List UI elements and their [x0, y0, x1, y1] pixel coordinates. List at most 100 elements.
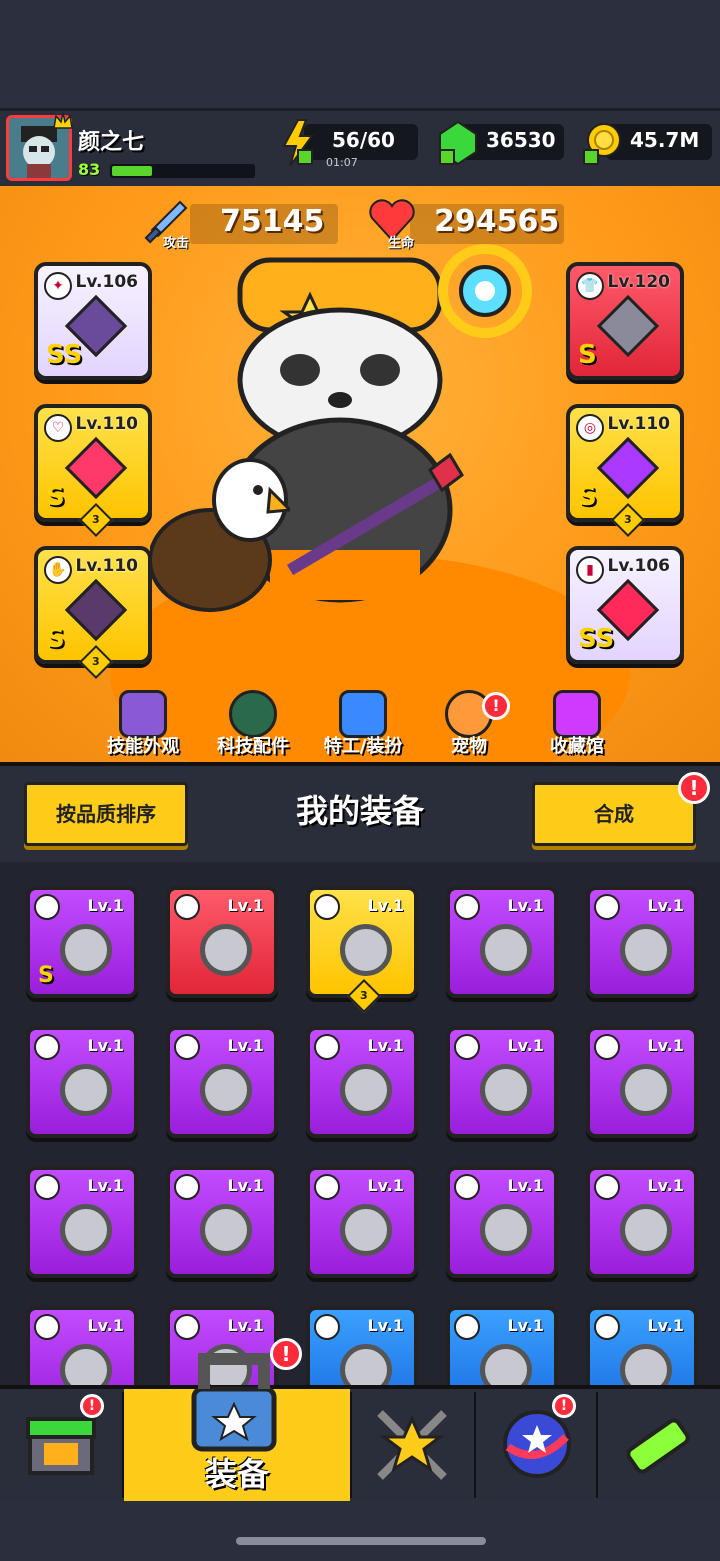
- hp-value: 294565: [434, 204, 560, 239]
- shop-alert-badge: !: [80, 1394, 104, 1418]
- equipment-item[interactable]: Lv.1: [306, 1306, 418, 1385]
- boots-tag-icon: ▮: [576, 556, 604, 584]
- item-rank: S: [38, 963, 54, 988]
- slot-level: Lv.106: [607, 556, 670, 576]
- eagle-pet[interactable]: [148, 450, 294, 620]
- nav-tab-talents[interactable]: [476, 1389, 596, 1501]
- item-icon: [620, 924, 672, 976]
- category-tag-icon: [454, 894, 480, 920]
- menu-collection[interactable]: 收藏馆: [522, 690, 632, 758]
- gem-icon: [436, 120, 480, 166]
- equipment-item[interactable]: Lv.1: [586, 886, 698, 998]
- equipment-item[interactable]: Lv.1: [446, 886, 558, 998]
- category-tag-icon: [174, 894, 200, 920]
- equip-slot-armor[interactable]: 👕 Lv.120 S: [566, 262, 684, 380]
- equipment-item[interactable]: Lv.1: [586, 1026, 698, 1138]
- item-level: Lv.1: [367, 1036, 404, 1055]
- equip-slot-belt[interactable]: ◎ Lv.110 S 3: [566, 404, 684, 537]
- equipment-title: 我的装备: [295, 792, 424, 830]
- category-tag-icon: [314, 1314, 340, 1340]
- equipment-item[interactable]: Lv.1: [166, 1166, 278, 1278]
- menu-tech-parts[interactable]: 科技配件: [198, 690, 308, 758]
- equip-slot-weapon[interactable]: ✦ Lv.106 SS: [34, 262, 152, 380]
- gold-value: 45.7M: [630, 128, 700, 152]
- equipment-item[interactable]: Lv.1 S: [26, 886, 138, 998]
- item-icon: [620, 1204, 672, 1256]
- menu-agent-costume[interactable]: 特工/装扮: [308, 690, 418, 758]
- item-level: Lv.1: [227, 1176, 264, 1195]
- gloves-icon: [64, 578, 128, 642]
- item-level: Lv.1: [87, 896, 124, 915]
- item-level: Lv.1: [87, 1036, 124, 1055]
- nav-tab-lab[interactable]: [598, 1389, 720, 1501]
- item-icon: [60, 1064, 112, 1116]
- slot-level: Lv.120: [607, 272, 670, 292]
- staff-orb: [430, 236, 540, 346]
- slot-rank: S: [578, 482, 597, 512]
- category-tag-icon: [174, 1174, 200, 1200]
- category-tag-icon: [594, 1034, 620, 1060]
- item-level: Lv.1: [87, 1316, 124, 1335]
- item-level: Lv.1: [367, 896, 404, 915]
- hat-icon: [119, 690, 167, 738]
- armor-icon: [596, 294, 660, 358]
- nav-tab-battle[interactable]: [352, 1389, 474, 1501]
- item-icon: [340, 1204, 392, 1256]
- equipment-item[interactable]: Lv.1: [586, 1306, 698, 1385]
- talents-alert-badge: !: [552, 1394, 576, 1418]
- equipment-item[interactable]: Lv.1: [26, 1306, 138, 1385]
- belt-icon: [596, 436, 660, 500]
- home-indicator[interactable]: [236, 1537, 486, 1545]
- menu-skill-skin[interactable]: 技能外观: [88, 690, 198, 758]
- player-level: 83: [78, 160, 101, 179]
- player-name: 颜之七: [78, 130, 145, 155]
- equip-slot-necklace[interactable]: ♡ Lv.110 S 3: [34, 404, 152, 537]
- category-tag-icon: [594, 1314, 620, 1340]
- dna-tube-icon: [618, 1405, 698, 1485]
- equipment-item[interactable]: Lv.1: [446, 1026, 558, 1138]
- menu-label: 科技配件: [217, 736, 289, 757]
- item-icon: [340, 1344, 392, 1385]
- category-tag-icon: [594, 1174, 620, 1200]
- equipment-item[interactable]: Lv.1: [166, 886, 278, 998]
- item-icon: [200, 924, 252, 976]
- crown-icon: [52, 110, 74, 132]
- equipment-item[interactable]: Lv.1: [586, 1166, 698, 1278]
- equipment-item[interactable]: Lv.1: [306, 1166, 418, 1278]
- merge-button[interactable]: 合成: [532, 782, 696, 846]
- equip-slot-gloves[interactable]: ✋ Lv.110 S 3: [34, 546, 152, 679]
- equipment-item[interactable]: Lv.1: [306, 1026, 418, 1138]
- category-tag-icon: [34, 1174, 60, 1200]
- item-level: Lv.1: [227, 1316, 264, 1335]
- item-icon: [60, 1344, 112, 1385]
- attack-value: 75145: [220, 204, 325, 239]
- energy-value: 56/60: [332, 128, 395, 152]
- agent-icon: [339, 690, 387, 738]
- sort-by-quality-button[interactable]: 按品质排序: [24, 782, 188, 846]
- belt-tag-icon: ◎: [576, 414, 604, 442]
- equipment-item[interactable]: Lv.1: [26, 1026, 138, 1138]
- equipment-item[interactable]: Lv.1: [446, 1306, 558, 1385]
- equipment-item[interactable]: Lv.1: [26, 1166, 138, 1278]
- crossed-swords-star-icon: [372, 1405, 452, 1485]
- category-tag-icon: [454, 1034, 480, 1060]
- gold-coin-icon: [580, 120, 624, 166]
- nav-tab-equipment[interactable]: 装备: [124, 1353, 350, 1501]
- equipment-grid: Lv.1 S Lv.1 Lv.1 3 Lv.1 Lv.1 Lv.1 Lv.1 Lv.1 Lv.1 Lv…: [0, 862, 720, 1385]
- item-icon: [480, 1204, 532, 1256]
- slot-level: Lv.106: [75, 272, 138, 292]
- menu-label: 特工/装扮: [323, 736, 403, 757]
- equipment-item[interactable]: Lv.1: [446, 1166, 558, 1278]
- equip-slot-boots[interactable]: ▮ Lv.106 SS: [566, 546, 684, 664]
- slot-rank: S: [46, 482, 65, 512]
- chest-icon: [553, 690, 601, 738]
- slot-level: Lv.110: [607, 414, 670, 434]
- equipment-alert-badge: !: [270, 1338, 302, 1370]
- equipment-item[interactable]: Lv.1: [166, 1026, 278, 1138]
- category-tag-icon: [314, 1034, 340, 1060]
- item-level: Lv.1: [87, 1176, 124, 1195]
- item-level: Lv.1: [507, 1036, 544, 1055]
- equipment-item[interactable]: Lv.1 3: [306, 886, 418, 1013]
- menu-label: 收藏馆: [550, 736, 604, 757]
- item-level: Lv.1: [507, 1176, 544, 1195]
